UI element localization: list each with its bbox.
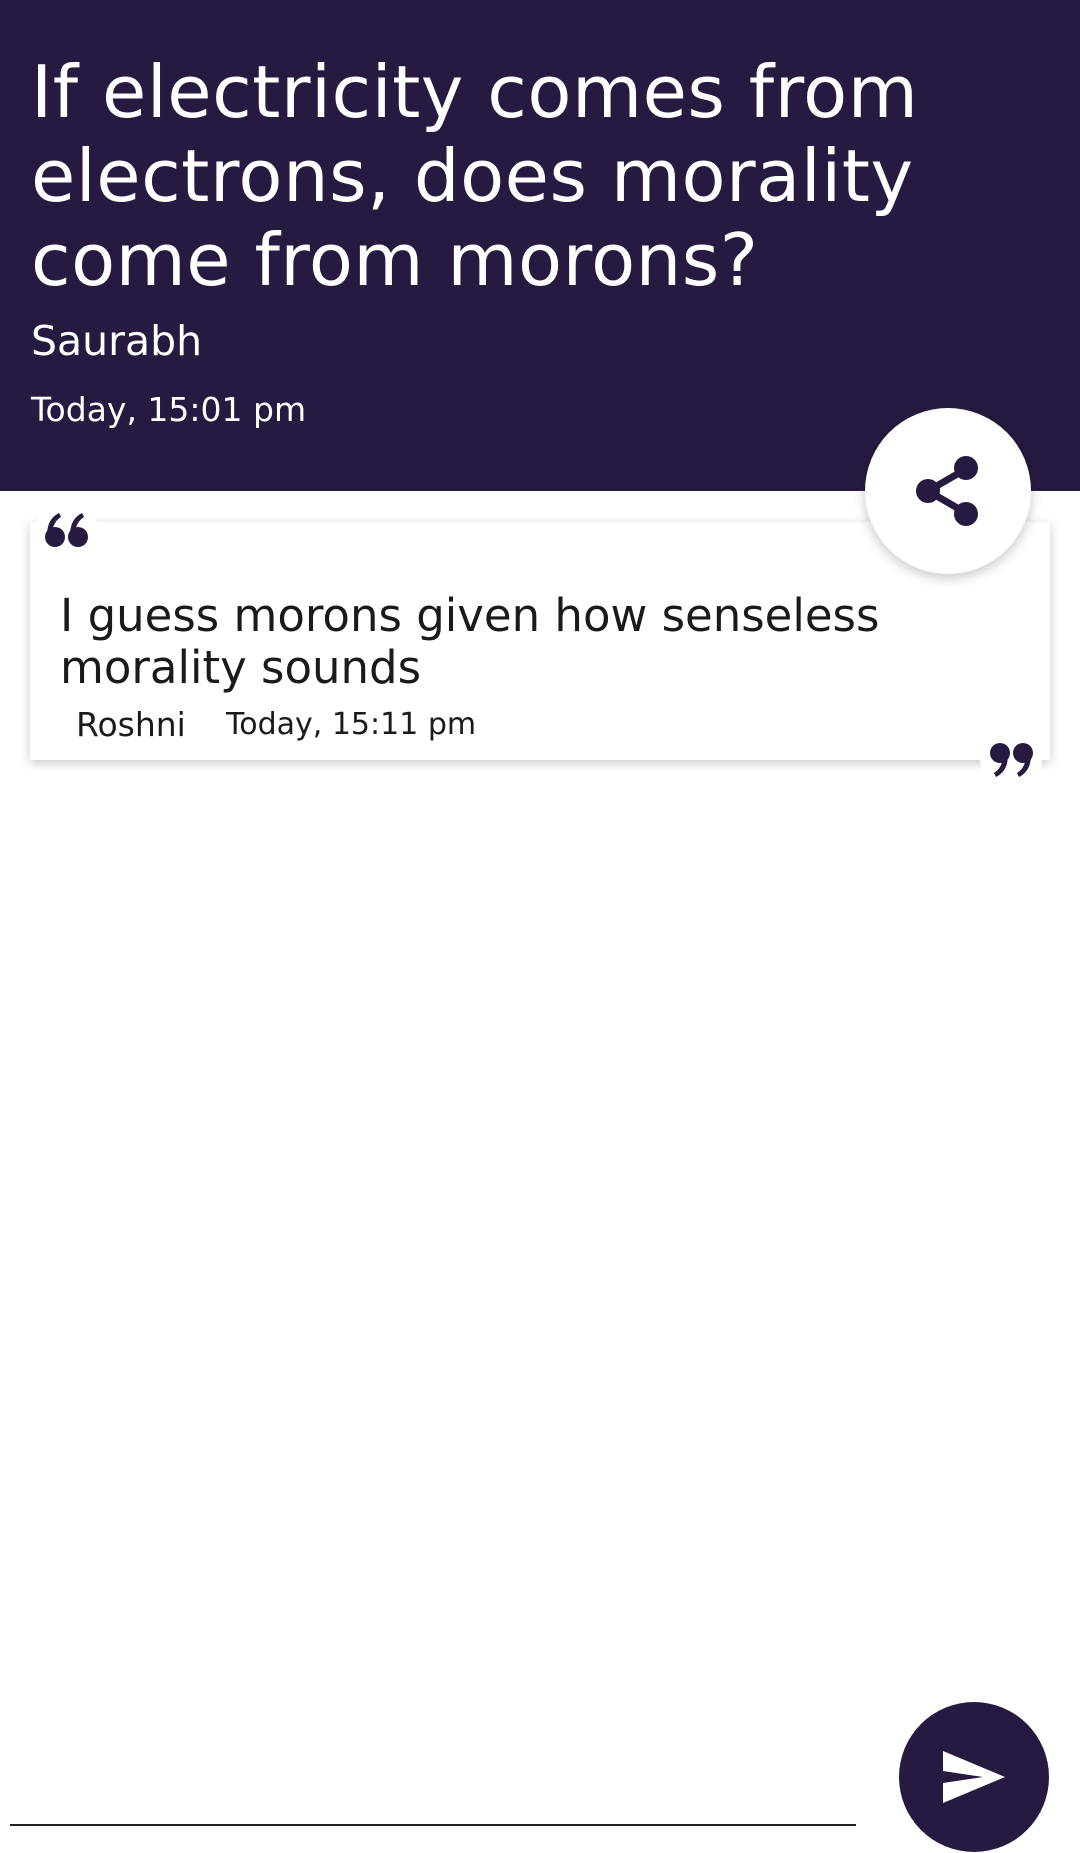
question-timestamp: Today, 15:01 pm xyxy=(31,390,307,429)
question-author[interactable]: Saurabh xyxy=(31,316,202,366)
send-icon xyxy=(943,1751,1005,1803)
quote-close-icon xyxy=(980,728,1042,790)
answer-author[interactable]: Roshni xyxy=(76,705,186,745)
answer-timestamp: Today, 15:11 pm xyxy=(226,707,477,742)
share-button[interactable] xyxy=(865,408,1031,574)
quote-open-icon xyxy=(36,500,98,562)
reply-input[interactable] xyxy=(10,1768,856,1826)
question-title: If electricity comes from electrons, doe… xyxy=(31,50,919,302)
send-button[interactable] xyxy=(899,1702,1049,1852)
share-icon xyxy=(916,456,978,526)
answer-text: I guess morons given how senseless moral… xyxy=(60,589,880,694)
